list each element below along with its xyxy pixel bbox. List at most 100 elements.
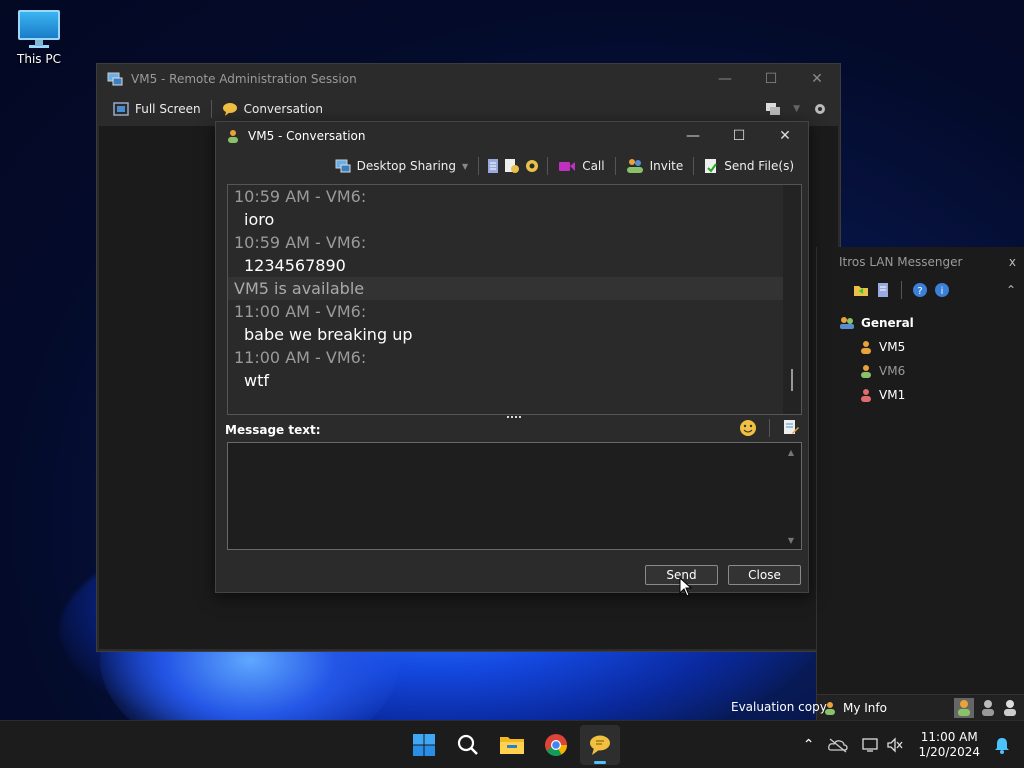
lan-messenger-statusbar: My Info bbox=[817, 694, 1024, 720]
folder-icon[interactable] bbox=[853, 282, 869, 298]
windows-start-icon bbox=[413, 734, 435, 756]
contact-name: VM6 bbox=[879, 364, 906, 378]
status-away-icon[interactable] bbox=[980, 698, 996, 716]
tray-overflow-chevron-icon[interactable]: ⌃ bbox=[803, 737, 815, 753]
send-files-button[interactable]: Send File(s) bbox=[700, 155, 798, 177]
history-sender-line: 11:00 AM - VM6: bbox=[234, 348, 367, 367]
mouse-cursor-icon bbox=[679, 577, 693, 597]
minimize-button[interactable]: — bbox=[670, 128, 716, 144]
lan-messenger-close-button[interactable]: x bbox=[1009, 255, 1016, 269]
minimize-button[interactable]: — bbox=[702, 71, 748, 87]
chat-bubble-icon bbox=[590, 735, 610, 755]
remote-session-icon bbox=[107, 72, 123, 86]
lan-messenger-toolbar: ? i ⌃ bbox=[817, 277, 1024, 303]
start-button[interactable] bbox=[404, 725, 444, 765]
dropdown-arrow-icon[interactable]: ▼ bbox=[793, 104, 800, 114]
notes-icon[interactable] bbox=[875, 282, 891, 298]
clock-time: 11:00 AM bbox=[920, 730, 978, 744]
contact-vm6[interactable]: VM6 bbox=[839, 359, 1024, 383]
search-icon bbox=[457, 734, 478, 755]
history-sender-line: 11:00 AM - VM6: bbox=[234, 302, 367, 321]
close-button[interactable]: ✕ bbox=[762, 128, 808, 144]
contact-vm1[interactable]: VM1 bbox=[839, 383, 1024, 407]
remote-session-toolbar: Full Screen Conversation ▼ bbox=[97, 94, 840, 124]
network-icon[interactable] bbox=[862, 737, 880, 753]
group-icon bbox=[840, 317, 854, 329]
emoticon-icon[interactable] bbox=[739, 419, 757, 437]
history-status-line: VM5 is available bbox=[228, 277, 784, 300]
fullscreen-label: Full Screen bbox=[135, 102, 201, 116]
user-busy-icon bbox=[861, 389, 871, 402]
clock[interactable]: 11:00 AM 1/20/2024 bbox=[918, 730, 980, 760]
help-icon[interactable]: ? bbox=[912, 282, 928, 298]
transfers-icon[interactable] bbox=[503, 158, 521, 174]
lan-messenger-titlebar[interactable]: Itros LAN Messenger x bbox=[817, 247, 1024, 277]
input-scroll-down-icon[interactable]: ▼ bbox=[788, 536, 794, 545]
desktop-sharing-button[interactable]: Desktop Sharing ▼ bbox=[331, 155, 473, 177]
desktop-icon-label: This PC bbox=[17, 52, 61, 66]
history-sender-line: 10:59 AM - VM6: bbox=[234, 187, 367, 206]
user-online-icon bbox=[861, 341, 871, 354]
fullscreen-button[interactable]: Full Screen bbox=[107, 98, 207, 120]
notification-bell-icon[interactable] bbox=[994, 736, 1010, 754]
invite-button[interactable]: Invite bbox=[622, 155, 688, 177]
close-conversation-button[interactable]: Close bbox=[728, 565, 801, 585]
onedrive-icon[interactable] bbox=[828, 737, 849, 753]
contact-vm5[interactable]: VM5 bbox=[839, 335, 1024, 359]
dropdown-arrow-icon: ▼ bbox=[462, 161, 469, 171]
contact-name: VM5 bbox=[879, 340, 906, 354]
monitor-icon bbox=[18, 10, 60, 46]
history-scrollbar[interactable] bbox=[783, 185, 801, 414]
call-button[interactable]: Call bbox=[554, 155, 608, 177]
user-icon bbox=[228, 130, 238, 143]
conversation-button[interactable]: Conversation bbox=[216, 98, 329, 120]
windows-icon[interactable] bbox=[765, 102, 781, 116]
volume-muted-icon[interactable] bbox=[886, 737, 904, 753]
taskbar-lan-messenger[interactable] bbox=[580, 725, 620, 765]
send-files-label: Send File(s) bbox=[724, 159, 794, 173]
collapse-chevron-icon[interactable]: ⌃ bbox=[1006, 283, 1016, 297]
settings-gear-icon[interactable] bbox=[523, 158, 541, 174]
history-sender-line: 10:59 AM - VM6: bbox=[234, 233, 367, 252]
fullscreen-icon bbox=[113, 102, 129, 116]
history-icon[interactable] bbox=[485, 158, 501, 174]
history-scrollbar-thumb[interactable] bbox=[791, 369, 793, 391]
evaluation-watermark: Evaluation copy bbox=[731, 700, 827, 714]
settings-gear-icon[interactable] bbox=[812, 101, 828, 117]
status-offline-icon[interactable] bbox=[1002, 698, 1018, 716]
lan-messenger-window: Itros LAN Messenger x ? i ⌃ General VM5 … bbox=[816, 247, 1024, 720]
message-input[interactable] bbox=[227, 442, 802, 550]
contact-tree: General VM5 VM6 VM1 bbox=[817, 311, 1024, 407]
taskbar-chrome[interactable] bbox=[536, 725, 576, 765]
history-message-line: ioro bbox=[244, 210, 275, 229]
conversation-label: Conversation bbox=[243, 102, 323, 116]
video-call-icon bbox=[559, 162, 576, 171]
conversation-toolbar: Desktop Sharing ▼ Call Invite Send File(… bbox=[216, 150, 808, 182]
contact-name: VM1 bbox=[879, 388, 906, 402]
input-scroll-up-icon[interactable]: ▲ bbox=[788, 448, 794, 457]
status-available-icon[interactable] bbox=[954, 697, 974, 718]
message-history[interactable]: 10:59 AM - VM6: ioro 10:59 AM - VM6: 123456… bbox=[227, 184, 802, 415]
font-format-icon[interactable] bbox=[782, 419, 800, 437]
folder-icon bbox=[500, 737, 524, 754]
taskbar-search-button[interactable] bbox=[448, 725, 488, 765]
desktop-sharing-label: Desktop Sharing bbox=[356, 159, 457, 173]
desktop-icon-this-pc[interactable]: This PC bbox=[10, 10, 68, 66]
history-message-line: babe we breaking up bbox=[244, 325, 413, 344]
taskbar-file-explorer[interactable] bbox=[492, 725, 532, 765]
desktop-sharing-icon bbox=[335, 159, 351, 173]
info-icon[interactable]: i bbox=[934, 282, 950, 298]
remote-session-titlebar[interactable]: VM5 - Remote Administration Session — ☐ … bbox=[97, 64, 840, 94]
close-button[interactable]: ✕ bbox=[794, 71, 840, 87]
group-general[interactable]: General bbox=[839, 311, 1024, 335]
message-text-label: Message text: bbox=[225, 423, 321, 437]
maximize-button[interactable]: ☐ bbox=[748, 71, 794, 87]
my-info-button[interactable]: My Info bbox=[843, 701, 887, 715]
system-tray: ⌃ 11:00 AM 1/20/2024 bbox=[803, 721, 1024, 768]
splitter-handle[interactable] bbox=[507, 416, 521, 420]
remote-session-title: VM5 - Remote Administration Session bbox=[131, 72, 357, 86]
conversation-titlebar[interactable]: VM5 - Conversation — ☐ ✕ bbox=[216, 122, 808, 150]
history-message-line: 1234567890 bbox=[244, 256, 346, 275]
maximize-button[interactable]: ☐ bbox=[716, 128, 762, 144]
history-message-line: wtf bbox=[244, 371, 269, 390]
